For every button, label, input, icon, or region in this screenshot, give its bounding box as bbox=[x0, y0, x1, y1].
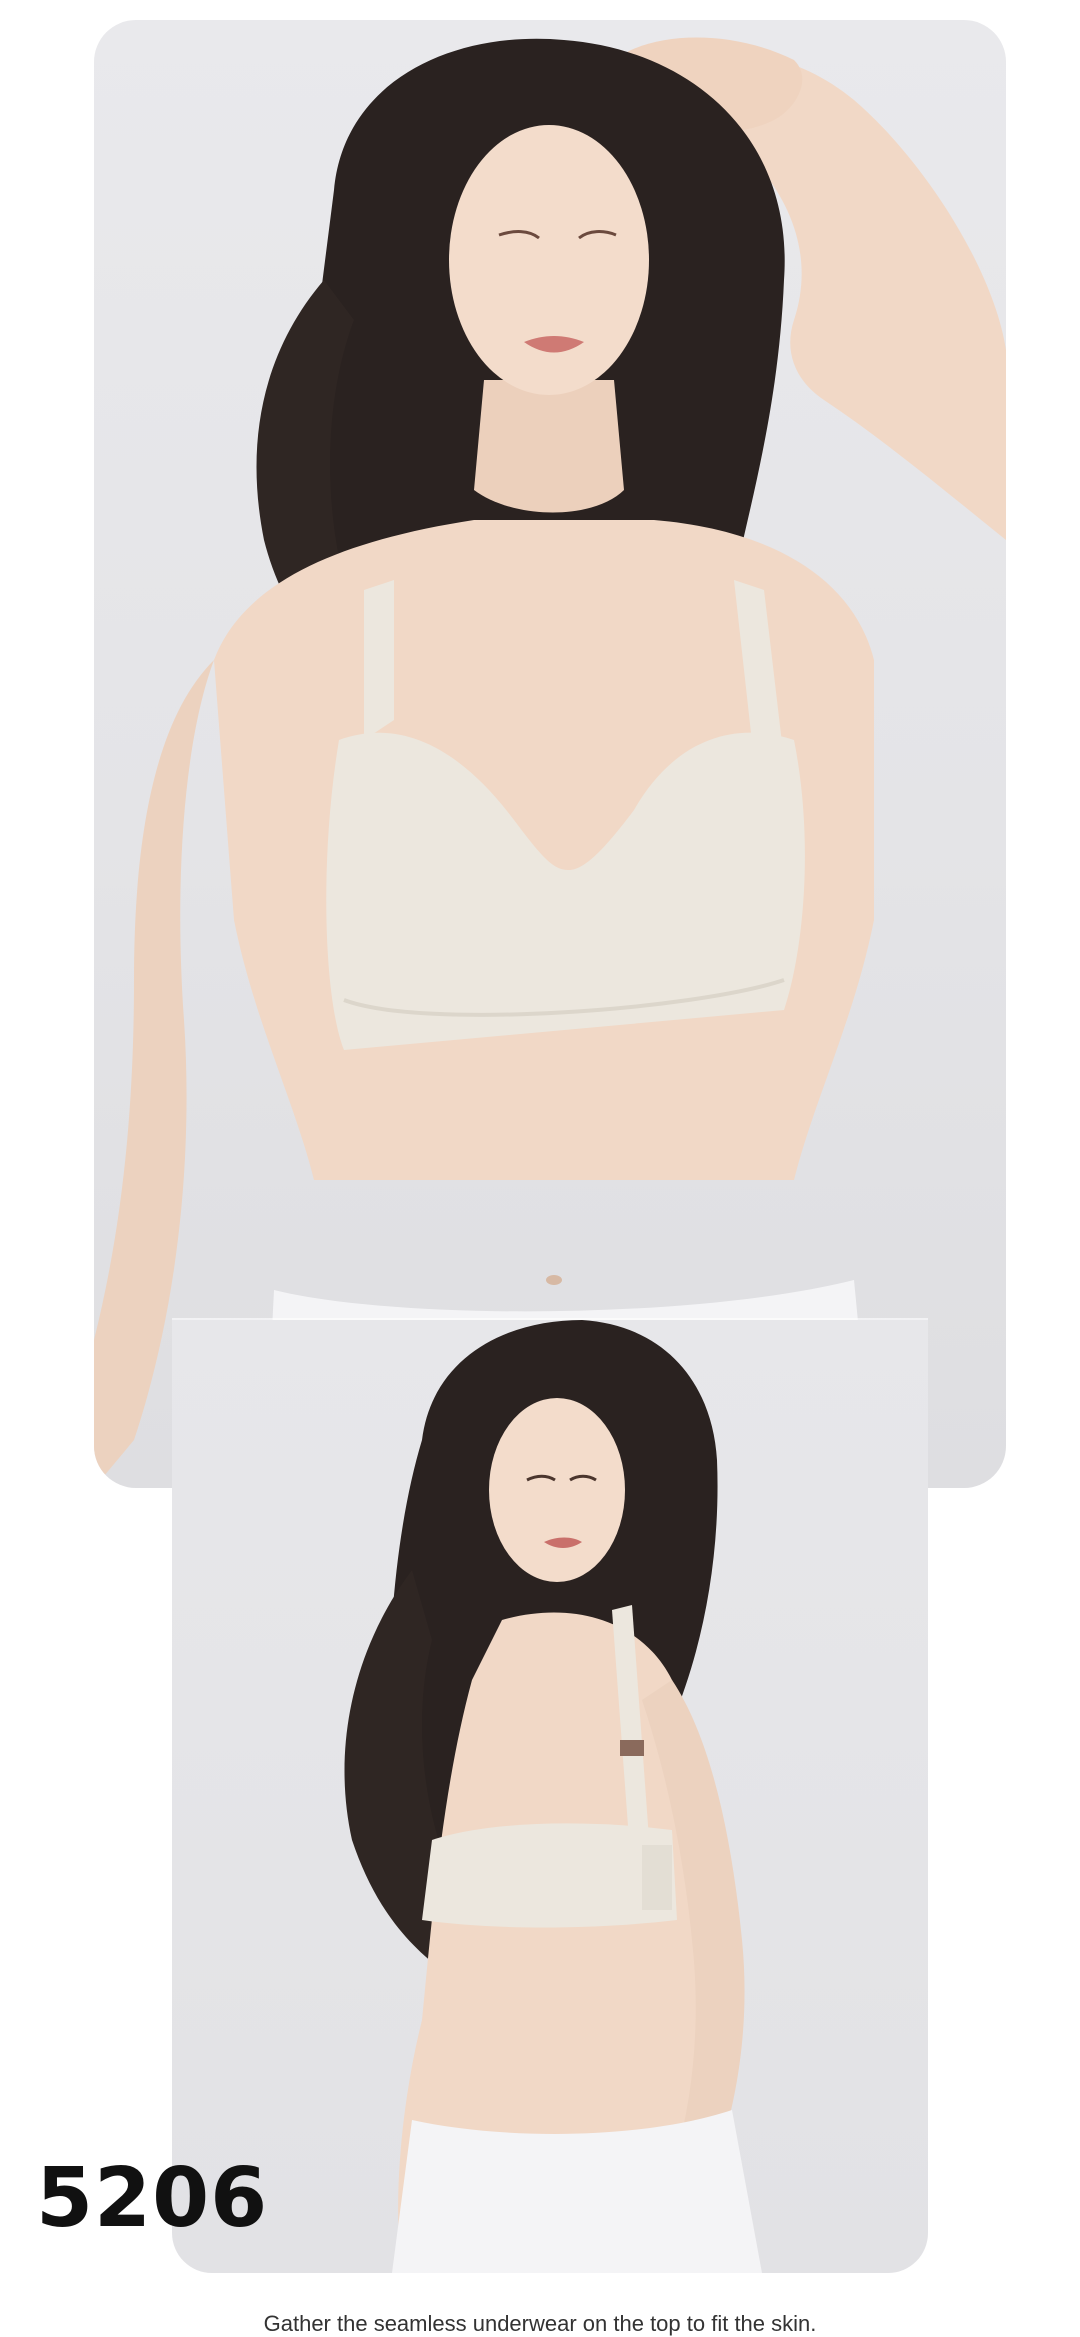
product-caption: Gather the seamless underwear on the top… bbox=[263, 2311, 817, 2336]
product-code: 5206 bbox=[36, 2151, 269, 2246]
model-back-photo bbox=[172, 1320, 928, 2273]
model-front-photo bbox=[94, 20, 1006, 1488]
model-front-illustration bbox=[94, 37, 1006, 1488]
model-back-illustration bbox=[344, 1320, 762, 2273]
